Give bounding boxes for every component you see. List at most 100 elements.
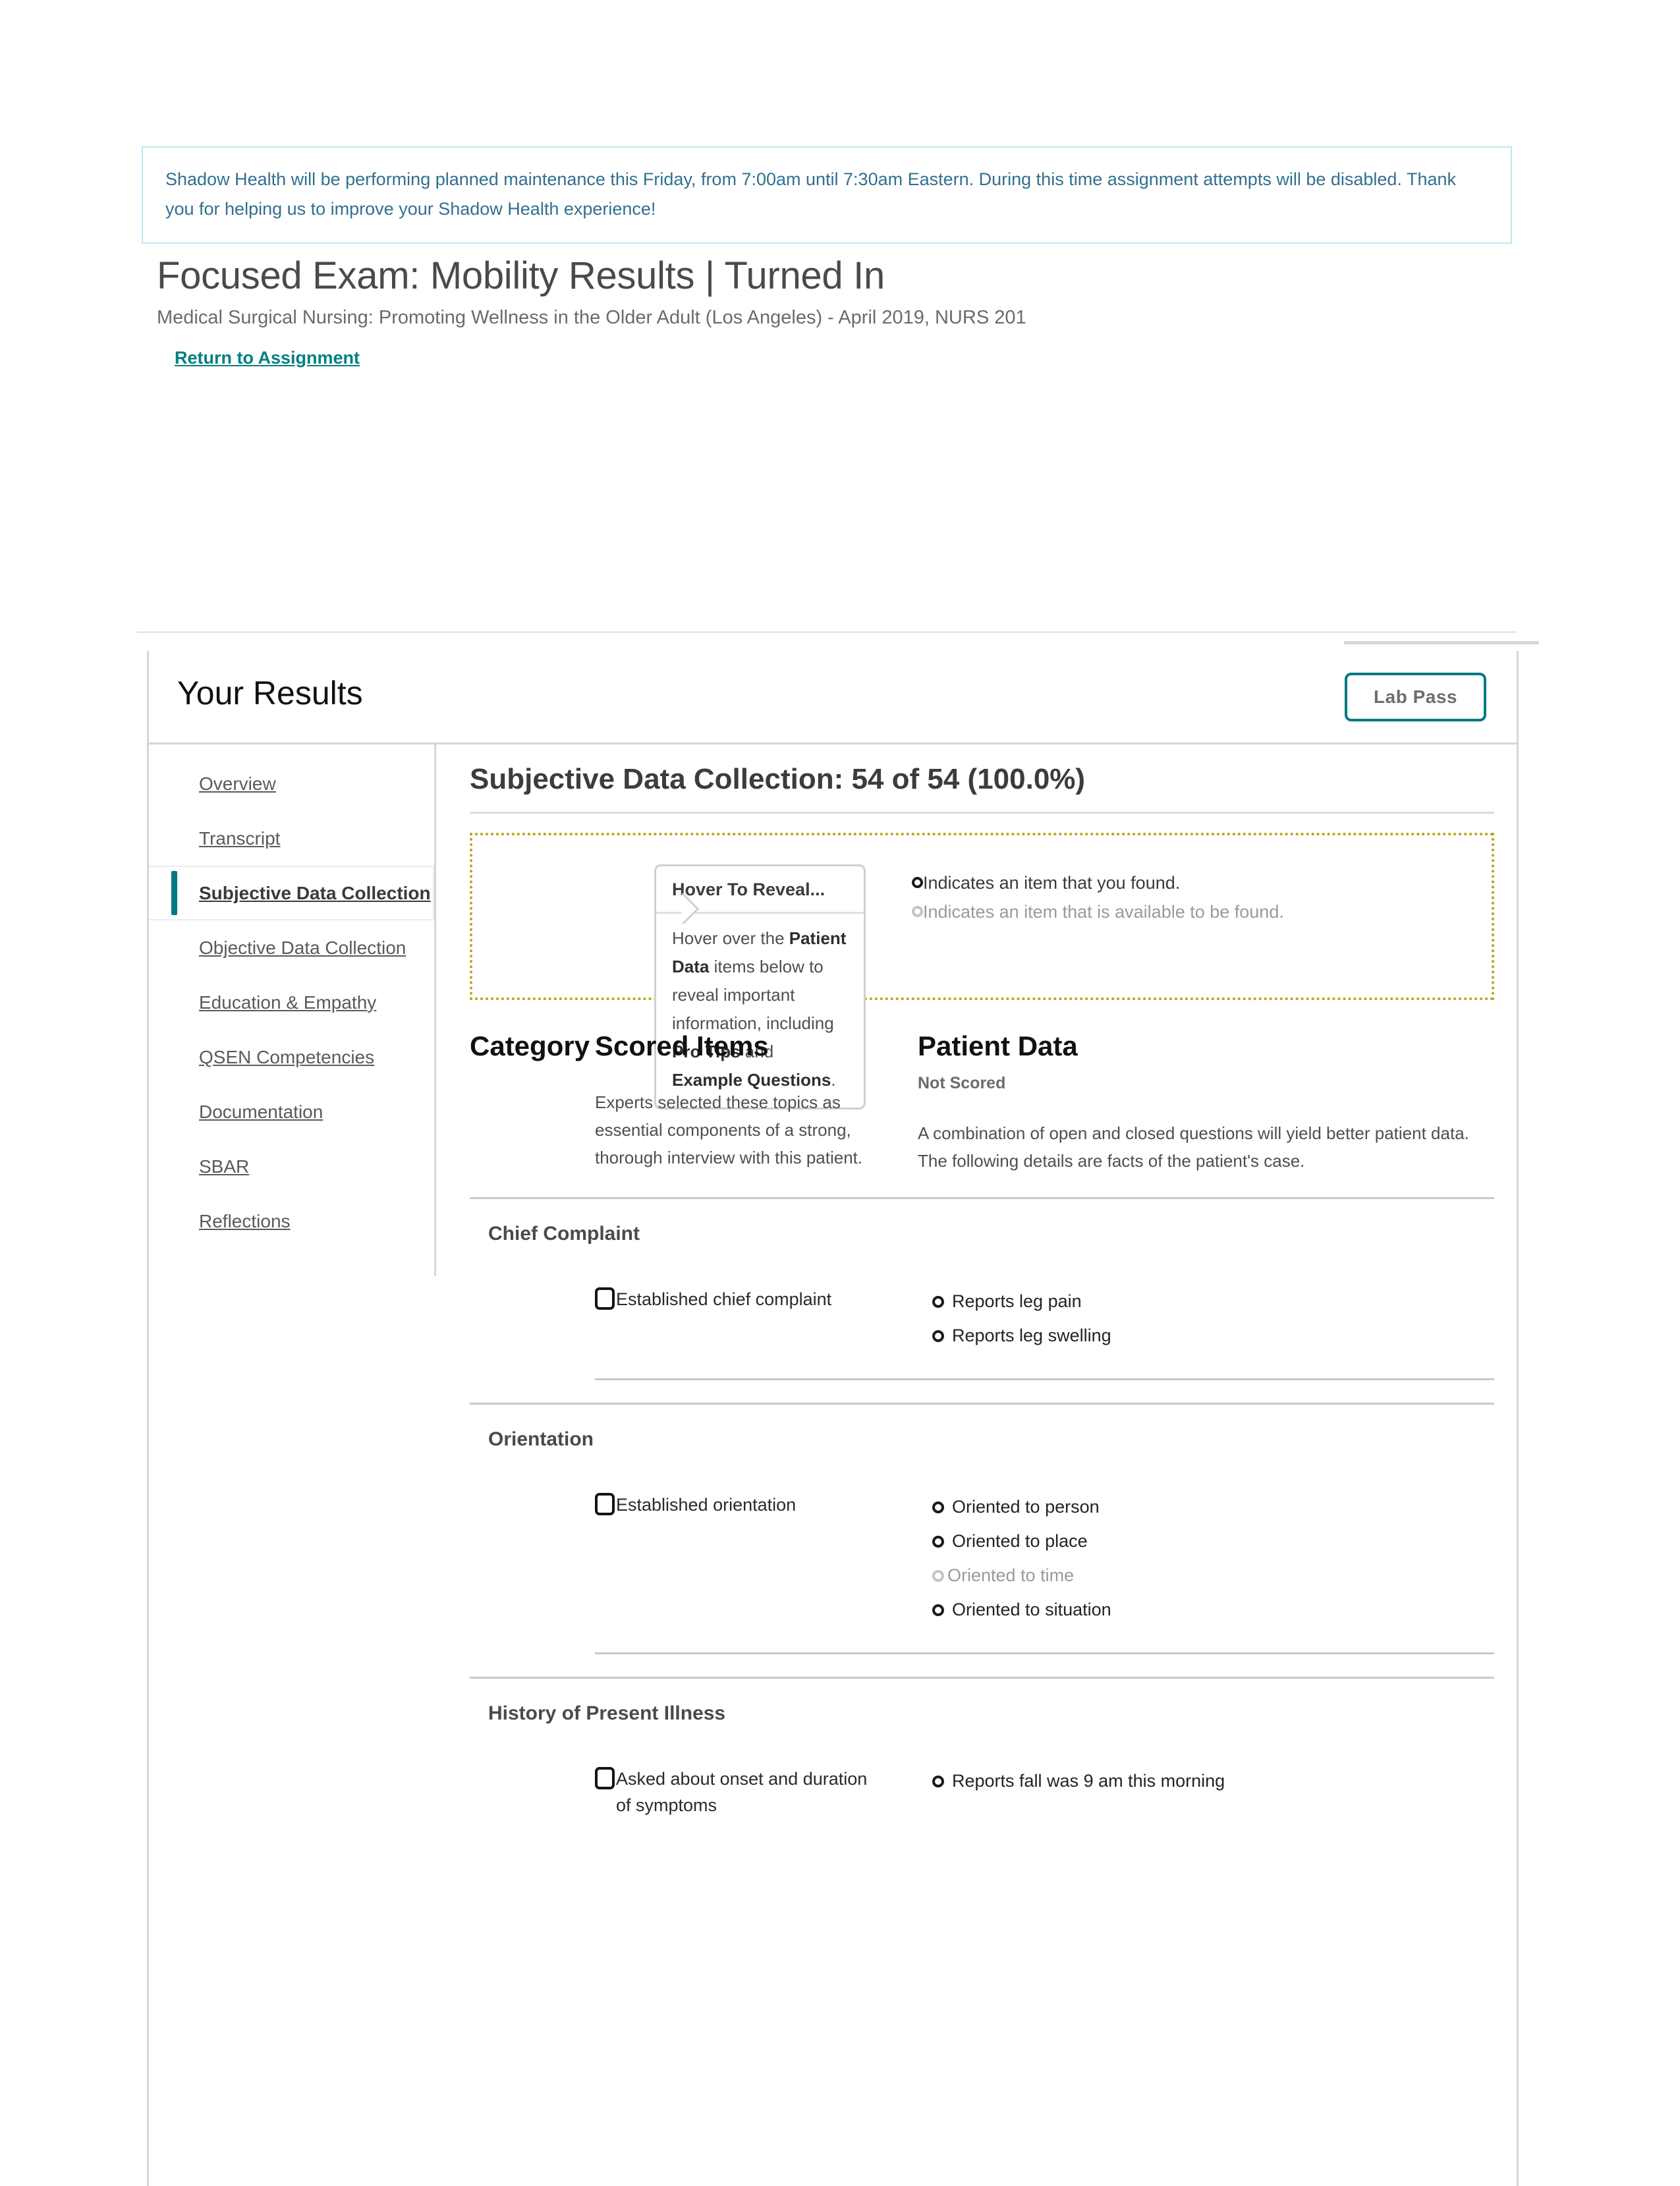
cell-category — [470, 1492, 595, 1625]
sidebar-item-qsen-competencies[interactable]: QSEN Competencies — [149, 1030, 434, 1084]
lab-pass-top-edge — [1344, 641, 1539, 644]
header-divider — [137, 631, 1517, 633]
sidebar-item-documentation[interactable]: Documentation — [149, 1084, 434, 1139]
patient-data-item[interactable]: Oriented to situation — [932, 1594, 1494, 1625]
legend-available-row: Indicates an item that is available to b… — [912, 897, 1320, 926]
legend-found-label: Indicates an item that you found. — [923, 873, 1181, 893]
patient-data-label: Oriented to place — [952, 1531, 1088, 1551]
patient-data-item[interactable]: Oriented to person — [932, 1492, 1494, 1522]
column-patient-data: Patient Data Not Scored A combination of… — [918, 1030, 1494, 1175]
sidebar-item-label: Reflections — [199, 1210, 291, 1231]
available-circle-icon — [932, 1570, 944, 1582]
table-row: Established orientation Oriented to perso… — [470, 1492, 1494, 1652]
sidebar-item-label: QSEN Competencies — [199, 1046, 375, 1067]
sidebar-item-education-empathy[interactable]: Education & Empathy — [149, 975, 434, 1030]
results-page: Shadow Health will be performing planned… — [0, 0, 1680, 2186]
section-divider — [470, 1197, 1494, 1199]
lab-pass-button[interactable]: Lab Pass — [1345, 673, 1486, 721]
scored-item: Established orientation — [595, 1492, 885, 1518]
sidebar-item-label: Education & Empathy — [199, 992, 377, 1013]
found-circle-icon — [932, 1330, 944, 1342]
data-section-title: History of Present Illness — [488, 1702, 726, 1724]
sidebar-item-objective-data-collection[interactable]: Objective Data Collection — [149, 920, 434, 975]
column-headers: Category Scored Items Experts selected t… — [470, 1030, 1494, 1175]
column-scored-title: Scored Items — [595, 1030, 769, 1061]
column-patient-subtitle: Not Scored — [918, 1074, 1006, 1092]
hover-card-text-part: Hover over the — [672, 928, 789, 948]
section-divider — [470, 1403, 1494, 1405]
hover-card-arrow-icon — [682, 893, 700, 924]
patient-data-label: Reports fall was 9 am this morning — [952, 1771, 1225, 1791]
data-section: History of Present Illness Asked about on… — [470, 1677, 1494, 1846]
sidebar-item-subjective-data-collection[interactable]: Subjective Data Collection — [149, 866, 434, 920]
sidebar-item-transcript[interactable]: Transcript — [149, 811, 434, 866]
cell-category — [470, 1766, 595, 1818]
page-subtitle: Medical Surgical Nursing: Promoting Well… — [157, 307, 1026, 328]
cell-scored-items: Established orientation — [595, 1492, 918, 1625]
row-divider — [595, 1652, 1494, 1654]
column-scored-items: Scored Items Experts selected these topi… — [595, 1030, 918, 1175]
data-section-title: Chief Complaint — [488, 1223, 640, 1245]
results-main: Subjective Data Collection: 54 of 54 (10… — [434, 744, 1517, 2184]
maintenance-banner-text: Shadow Health will be performing planned… — [165, 169, 1456, 219]
checkbox-icon[interactable] — [595, 1287, 615, 1310]
column-category-title: Category — [470, 1030, 590, 1061]
found-circle-icon — [932, 1536, 944, 1548]
checkbox-icon[interactable] — [595, 1493, 615, 1515]
available-circle-icon — [912, 906, 923, 917]
scored-item-label: Established orientation — [616, 1495, 797, 1515]
patient-data-label: Oriented to situation — [952, 1600, 1111, 1619]
table-row: Asked about onset and duration of sympto… — [470, 1766, 1494, 1846]
patient-data-label: Oriented to person — [952, 1497, 1100, 1517]
column-category: Category — [470, 1030, 595, 1175]
sidebar-nav: Overview Transcript Subjective Data Collec… — [149, 756, 434, 1248]
found-circle-icon — [932, 1501, 944, 1513]
found-circle-icon — [912, 877, 923, 888]
found-circle-icon — [932, 1776, 944, 1787]
results-heading: Your Results — [177, 675, 363, 712]
sidebar-item-label: SBAR — [199, 1156, 250, 1177]
legend-found-row: Indicates an item that you found. — [912, 868, 1320, 897]
patient-data-item[interactable]: Oriented to place — [932, 1526, 1494, 1556]
patient-data-item[interactable]: Reports leg swelling — [932, 1320, 1494, 1351]
patient-data-label: Oriented to time — [947, 1565, 1075, 1585]
table-row: Established chief complaint Reports leg p… — [470, 1286, 1494, 1378]
cell-patient-data: Oriented to person Oriented to place Orien… — [918, 1492, 1494, 1625]
patient-data-item[interactable]: Reports leg pain — [932, 1286, 1494, 1316]
scored-item: Asked about onset and duration of sympto… — [595, 1766, 885, 1818]
scored-item-label: Established chief complaint — [616, 1289, 832, 1309]
sidebar-item-label: Transcript — [199, 827, 281, 849]
patient-data-item[interactable]: Reports fall was 9 am this morning — [932, 1766, 1494, 1796]
patient-data-label: Reports leg pain — [952, 1291, 1082, 1311]
results-container: Your Results Lab Pass Overview Transcript… — [147, 641, 1539, 2186]
legend-lines: Indicates an item that you found. Indica… — [912, 868, 1320, 926]
maintenance-banner: Shadow Health will be performing planned… — [142, 146, 1512, 244]
data-section: Chief Complaint Established chief complai… — [470, 1197, 1494, 1380]
checkbox-icon[interactable] — [595, 1767, 615, 1789]
found-circle-icon — [932, 1296, 944, 1308]
cell-scored-items: Established chief complaint — [595, 1286, 918, 1351]
sidebar-item-label: Documentation — [199, 1101, 323, 1122]
found-circle-icon — [932, 1604, 944, 1616]
column-scored-description: Experts selected these topics as essenti… — [595, 1092, 863, 1167]
cell-category — [470, 1286, 595, 1351]
results-sidebar: Overview Transcript Subjective Data Collec… — [149, 744, 436, 2184]
sidebar-item-overview[interactable]: Overview — [149, 756, 434, 811]
legend-available-label: Indicates an item that is available to b… — [923, 902, 1284, 922]
data-section: Orientation Established orientation Orient… — [470, 1403, 1494, 1654]
scored-item: Established chief complaint — [595, 1286, 885, 1312]
column-patient-title: Patient Data — [918, 1030, 1078, 1061]
section-divider — [470, 1677, 1494, 1679]
return-to-assignment-link[interactable]: Return to Assignment — [175, 348, 360, 368]
results-header: Your Results Lab Pass — [149, 641, 1539, 744]
legend-box: Hover To Reveal... Hover over the Patien… — [470, 833, 1494, 1109]
sidebar-item-label: Subjective Data Collection — [199, 882, 431, 903]
data-sections: Chief Complaint Established chief complai… — [470, 1197, 1494, 1846]
sidebar-item-reflections[interactable]: Reflections — [149, 1194, 434, 1248]
sidebar-item-sbar[interactable]: SBAR — [149, 1139, 434, 1194]
cell-patient-data: Reports leg pain Reports leg swelling — [918, 1286, 1494, 1351]
data-section-title: Orientation — [488, 1428, 594, 1450]
scored-item-label: Asked about onset and duration of sympto… — [616, 1769, 868, 1815]
column-patient-description: A combination of open and closed questio… — [918, 1123, 1469, 1171]
heading-rule — [470, 812, 1494, 814]
